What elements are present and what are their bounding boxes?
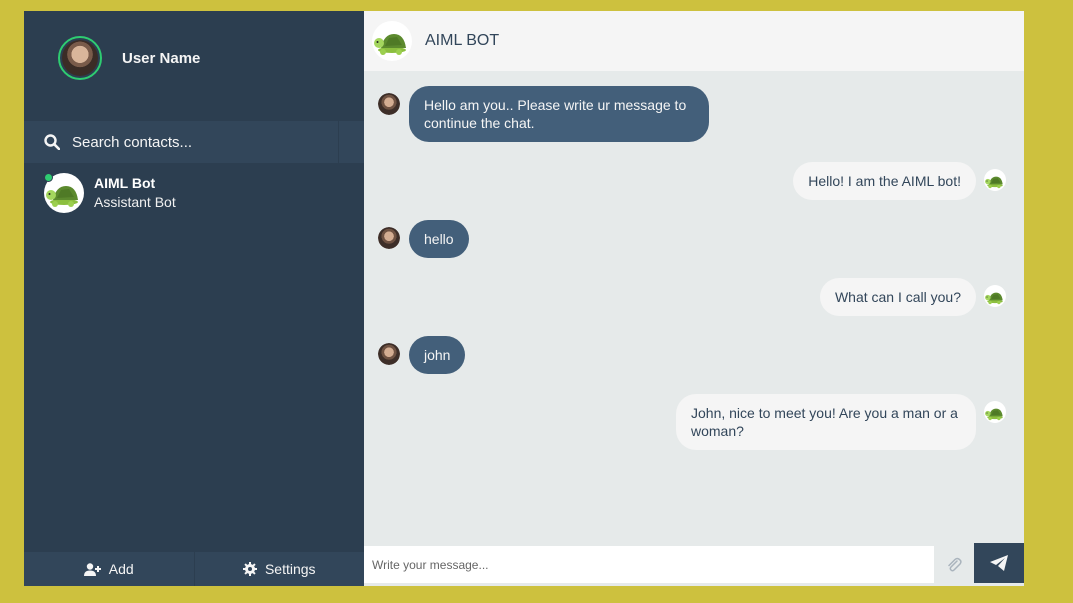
message-bubble: Hello am you.. Please write ur message t…	[409, 86, 709, 142]
turtle-icon	[984, 404, 1006, 421]
paperclip-icon	[948, 557, 962, 571]
message-composer	[364, 543, 1024, 583]
user-avatar	[378, 93, 400, 115]
sidebar-bottom-bar: Add Settings	[24, 552, 364, 586]
message-sent: john	[378, 336, 466, 374]
chat-panel: AIML BOT Hello am you.. Please write ur …	[364, 11, 1024, 586]
bot-avatar	[984, 169, 1006, 191]
profile-avatar[interactable]	[58, 36, 102, 80]
attach-button[interactable]	[934, 546, 974, 583]
turtle-icon	[44, 178, 84, 208]
message-bubble: John, nice to meet you! Are you a man or…	[676, 394, 976, 450]
message-reply: Hello! I am the AIML bot!	[793, 162, 1006, 200]
user-photo	[62, 40, 98, 76]
search-bar	[24, 121, 364, 163]
search-icon	[44, 134, 60, 150]
user-avatar	[378, 343, 400, 365]
chat-header-avatar	[372, 21, 412, 61]
message-reply: John, nice to meet you! Are you a man or…	[676, 394, 1006, 450]
message-bubble: hello	[409, 220, 469, 258]
message-reply: What can I call you?	[819, 278, 1006, 316]
chat-title: AIML BOT	[425, 32, 500, 49]
message-bubble: What can I call you?	[819, 278, 976, 316]
settings-button[interactable]: Settings	[193, 552, 365, 586]
user-plus-icon	[83, 562, 101, 576]
turtle-icon	[372, 26, 412, 56]
settings-label: Settings	[264, 561, 316, 577]
message-bubble: Hello! I am the AIML bot!	[793, 162, 976, 200]
add-contact-button[interactable]: Add	[24, 552, 194, 586]
contact-item[interactable]: AIML Bot Assistant Bot	[44, 173, 176, 213]
add-label: Add	[108, 561, 134, 577]
contact-preview: Assistant Bot	[94, 194, 176, 210]
message-bubble: john	[409, 336, 466, 374]
user-avatar	[378, 227, 400, 249]
message-input[interactable]	[364, 546, 934, 583]
contact-avatar	[44, 173, 84, 213]
message-sent: hello	[378, 220, 469, 258]
bot-avatar	[984, 285, 1006, 307]
gear-icon	[242, 562, 257, 576]
turtle-icon	[984, 172, 1006, 189]
search-divider	[338, 121, 339, 163]
chat-app: User Name AIML Bot Assistant Bot	[24, 11, 1024, 586]
send-button[interactable]	[974, 543, 1024, 583]
contact-name: AIML Bot	[94, 175, 156, 191]
bot-avatar	[984, 401, 1006, 423]
sidebar: User Name AIML Bot Assistant Bot	[24, 11, 364, 586]
profile: User Name	[58, 36, 200, 80]
online-status-dot	[44, 173, 53, 182]
contact-meta: AIML Bot Assistant Bot	[94, 174, 176, 212]
message-sent: Hello am you.. Please write ur message t…	[378, 86, 709, 142]
chat-header: AIML BOT	[364, 11, 1024, 71]
profile-name: User Name	[122, 49, 201, 67]
search-input[interactable]	[70, 132, 324, 152]
turtle-icon	[984, 288, 1006, 305]
paper-plane-icon	[990, 555, 1008, 571]
